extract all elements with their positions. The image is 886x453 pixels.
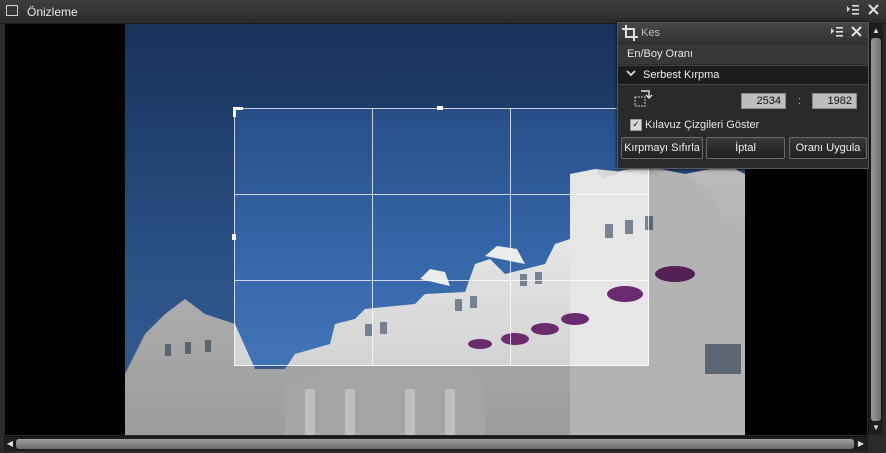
reset-crop-button[interactable]: Kırpmayı Sıfırla	[621, 137, 703, 159]
crop-width-field[interactable]: 2534	[741, 93, 786, 109]
crop-edge-handle-left[interactable]	[232, 234, 236, 240]
crop-panel: Kes En/Boy Oranı Serbest Kırpma 2534 : 1…	[617, 22, 869, 169]
aspect-ratio-selected: Serbest Kırpma	[643, 69, 720, 81]
cancel-button[interactable]: İptal	[706, 137, 785, 159]
scroll-corner	[868, 436, 886, 453]
window-icon	[6, 5, 18, 16]
show-guides-checkbox[interactable]: ✓	[630, 119, 642, 131]
crop-panel-header[interactable]: Kes	[618, 23, 868, 43]
crop-edge-handle-top[interactable]	[437, 106, 443, 110]
grid-line-horizontal	[234, 280, 649, 281]
aspect-ratio-select[interactable]: Serbest Kırpma	[618, 65, 868, 85]
crop-frame[interactable]	[232, 106, 649, 366]
window-title: Önizleme	[27, 5, 78, 19]
menu-list-icon[interactable]	[846, 4, 860, 18]
crop-panel-title: Kes	[641, 27, 660, 39]
grid-line-horizontal	[234, 194, 649, 195]
menu-list-icon[interactable]	[830, 26, 844, 41]
crop-border-bottom	[234, 365, 649, 366]
vertical-scroll-thumb[interactable]	[871, 38, 881, 421]
horizontal-scroll-thumb[interactable]	[16, 439, 854, 449]
dimension-separator: :	[798, 95, 802, 107]
scroll-right-icon[interactable]: ▶	[855, 438, 867, 450]
close-icon[interactable]	[851, 26, 862, 40]
crop-height-field[interactable]: 1982	[812, 93, 857, 109]
aspect-ratio-label: En/Boy Oranı	[627, 48, 694, 60]
vertical-scrollbar[interactable]: ▲ ▼	[868, 24, 883, 435]
grid-line-vertical	[372, 108, 373, 366]
window-titlebar: Önizleme	[0, 0, 886, 24]
scroll-down-icon[interactable]: ▼	[870, 422, 882, 434]
horizontal-scrollbar[interactable]: ◀ ▶	[4, 436, 868, 451]
swap-dimensions-icon[interactable]	[634, 89, 654, 109]
scroll-left-icon[interactable]: ◀	[4, 438, 16, 450]
crop-icon	[622, 25, 638, 41]
crop-corner-handle[interactable]	[233, 107, 236, 117]
close-icon[interactable]	[866, 4, 880, 18]
aspect-ratio-section: En/Boy Oranı	[618, 44, 868, 64]
show-guides-label: Kılavuz Çizgileri Göster	[645, 119, 760, 131]
scroll-up-icon[interactable]: ▲	[870, 25, 882, 37]
grid-line-vertical	[510, 108, 511, 366]
chevron-down-icon	[626, 68, 636, 81]
apply-ratio-button[interactable]: Oranı Uygula	[789, 137, 867, 159]
